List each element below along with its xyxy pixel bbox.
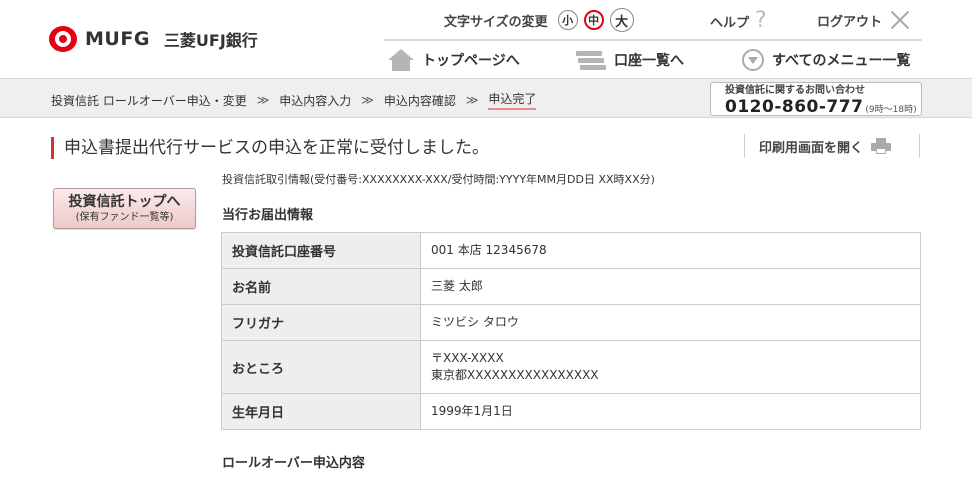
row-value: 三菱 太郎: [420, 268, 921, 305]
contact-hours: (9時〜18時): [865, 105, 917, 115]
row-value: 〒XXX-XXXX 東京都XXXXXXXXXXXXXXXX: [420, 340, 921, 394]
font-size-switcher: 文字サイズの変更 小 中 大: [444, 7, 640, 33]
nav-top-label: トップページへ: [422, 53, 520, 69]
bank-name: 三菱UFJ銀行: [163, 31, 258, 50]
side-button-sub-label: (保有ファンド一覧等): [75, 212, 174, 223]
section-title-registered-info: 当行お届出情報: [222, 208, 314, 223]
table-row: 投資信託口座番号 001 本店 12345678: [221, 232, 921, 269]
breadcrumb-separator: ≫: [256, 93, 270, 107]
breadcrumb-item: 申込内容確認: [383, 93, 456, 108]
print-view-link[interactable]: 印刷用画面を開く: [744, 134, 920, 158]
investment-trust-top-button[interactable]: 投資信託トップへ (保有ファンド一覧等): [53, 188, 196, 229]
contact-phone[interactable]: 0120-860-777: [725, 97, 863, 117]
account-list-icon: [576, 49, 606, 71]
table-row: フリガナ ミツビシ タロウ: [221, 304, 921, 341]
close-icon: [890, 10, 910, 30]
home-icon: [388, 49, 414, 71]
mufg-logo-icon: [47, 26, 81, 52]
registered-info-table: 投資信託口座番号 001 本店 12345678 お名前 三菱 太郎 フリガナ …: [221, 232, 921, 430]
header: MUFG 三菱UFJ銀行 文字サイズの変更 小 中 大 ヘルプ ? ログアウト …: [0, 0, 972, 78]
section-title-rollover: ロールオーバー申込内容: [222, 456, 365, 471]
breadcrumb-separator: ≫: [465, 93, 479, 107]
nav-all-menu[interactable]: すべてのメニュー一覧: [742, 46, 910, 74]
gnav-divider: [384, 39, 922, 41]
question-icon: ?: [755, 8, 767, 33]
page-title: 申込書提出代行サービスの申込を正常に受付しました。: [51, 137, 489, 159]
nav-menu-label: すべてのメニュー一覧: [772, 53, 911, 69]
font-size-label: 文字サイズの変更: [444, 14, 548, 30]
receipt-info: 投資信託取引情報(受付番号:XXXXXXXX-XXX/受付時間:YYYY年MM月…: [222, 173, 655, 186]
postal-code-value: 〒XXX-XXXX: [431, 351, 504, 365]
address-value: 東京都XXXXXXXXXXXXXXXX: [431, 368, 599, 382]
row-label: お名前: [221, 268, 421, 305]
logout-link[interactable]: ログアウト: [817, 10, 910, 30]
row-value: 1999年1月1日: [420, 393, 921, 430]
chevron-down-circle-icon: [742, 49, 764, 71]
breadcrumb-bar: 投資信託 ロールオーバー申込・変更 ≫ 申込内容入力 ≫ 申込内容確認 ≫ 申込…: [0, 78, 972, 118]
breadcrumb-item: 投資信託 ロールオーバー申込・変更: [51, 93, 247, 108]
font-size-small-button[interactable]: 小: [557, 10, 578, 30]
row-label: 生年月日: [221, 393, 421, 430]
contact-box: 投資信託に関するお問い合わせ 0120-860-777 (9時〜18時): [710, 82, 922, 117]
help-link[interactable]: ヘルプ ?: [710, 10, 767, 32]
global-nav: トップページへ 口座一覧へ すべてのメニュー一覧: [384, 46, 922, 74]
table-row: 生年月日 1999年1月1日: [221, 393, 921, 430]
logo-text: MUFG: [85, 28, 150, 50]
breadcrumb-item: 申込内容入力: [279, 93, 352, 108]
nav-top-page[interactable]: トップページへ: [388, 46, 520, 74]
font-size-medium-button[interactable]: 中: [583, 10, 604, 30]
side-button-main-label: 投資信託トップへ: [68, 194, 181, 210]
birthdate-value: 1999年1月1日: [431, 404, 513, 418]
table-row: お名前 三菱 太郎: [221, 268, 921, 305]
breadcrumb-separator: ≫: [361, 93, 374, 107]
mufg-logo[interactable]: MUFG 三菱UFJ銀行: [47, 26, 258, 52]
account-number-value: 001 本店 12345678: [431, 243, 547, 257]
row-label: おところ: [221, 340, 421, 394]
help-label: ヘルプ: [710, 15, 750, 31]
logout-label: ログアウト: [817, 14, 883, 30]
font-size-large-button[interactable]: 大: [609, 8, 634, 32]
contact-label: 投資信託に関するお問い合わせ: [725, 85, 865, 96]
print-label: 印刷用画面を開く: [759, 140, 864, 156]
row-label: 投資信託口座番号: [221, 232, 421, 269]
breadcrumb: 投資信託 ロールオーバー申込・変更 ≫ 申込内容入力 ≫ 申込内容確認 ≫ 申込…: [51, 90, 537, 110]
furigana-value: ミツビシ タロウ: [431, 315, 519, 329]
nav-accounts-label: 口座一覧へ: [614, 53, 684, 69]
name-value: 三菱 太郎: [431, 279, 483, 293]
breadcrumb-current: 申込完了: [488, 90, 537, 110]
row-label: フリガナ: [221, 304, 421, 341]
row-value: 001 本店 12345678: [420, 232, 921, 269]
printer-icon: [871, 138, 892, 154]
row-value: ミツビシ タロウ: [420, 304, 921, 341]
nav-account-list[interactable]: 口座一覧へ: [576, 46, 684, 74]
table-row: おところ 〒XXX-XXXX 東京都XXXXXXXXXXXXXXXX: [221, 340, 921, 394]
